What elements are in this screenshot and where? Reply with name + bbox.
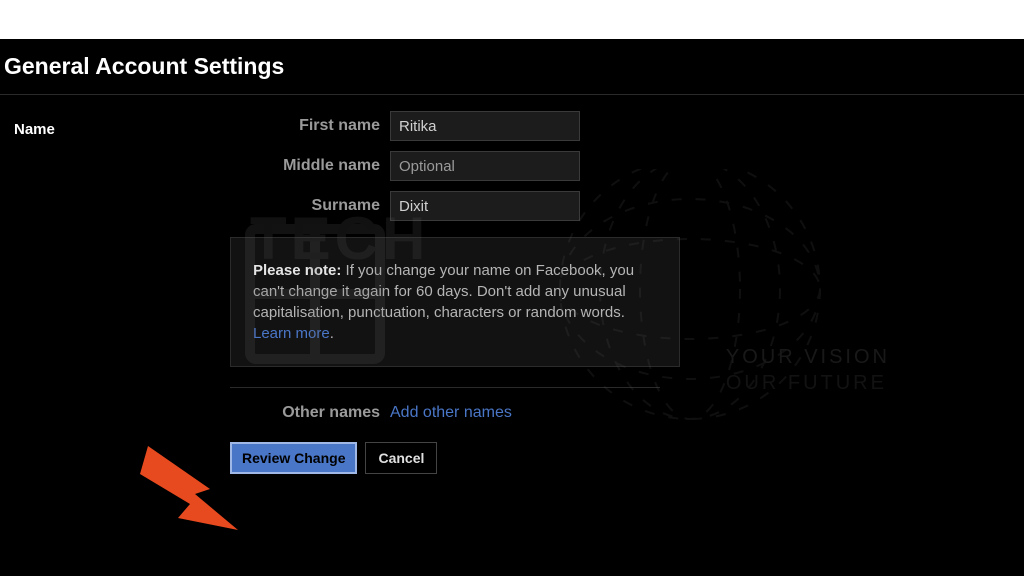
name-section-row: Name First name Middle name Surname Plea… bbox=[0, 95, 1024, 474]
first-name-row: First name bbox=[230, 111, 984, 141]
section-name-label: Name bbox=[0, 107, 230, 474]
other-names-row: Other names Add other names bbox=[230, 404, 984, 422]
learn-more-link[interactable]: Learn more bbox=[253, 325, 330, 342]
divider-mid bbox=[230, 387, 660, 388]
note-heading: Please note: bbox=[253, 262, 341, 279]
other-names-label: Other names bbox=[230, 404, 390, 422]
form-column: First name Middle name Surname Please no… bbox=[230, 107, 1024, 474]
middle-name-input[interactable] bbox=[390, 151, 580, 181]
middle-name-label: Middle name bbox=[230, 157, 390, 175]
page-title: General Account Settings bbox=[0, 39, 1024, 94]
button-row: Review Change Cancel bbox=[230, 442, 984, 474]
surname-row: Surname bbox=[230, 191, 984, 221]
middle-name-row: Middle name bbox=[230, 151, 984, 181]
first-name-input[interactable] bbox=[390, 111, 580, 141]
surname-input[interactable] bbox=[390, 191, 580, 221]
note-period: . bbox=[330, 325, 334, 342]
note-box: Please note: If you change your name on … bbox=[230, 237, 680, 367]
add-other-names-link[interactable]: Add other names bbox=[390, 404, 512, 422]
review-change-button[interactable]: Review Change bbox=[230, 442, 357, 474]
first-name-label: First name bbox=[230, 117, 390, 135]
surname-label: Surname bbox=[230, 197, 390, 215]
cancel-button[interactable]: Cancel bbox=[365, 442, 437, 474]
